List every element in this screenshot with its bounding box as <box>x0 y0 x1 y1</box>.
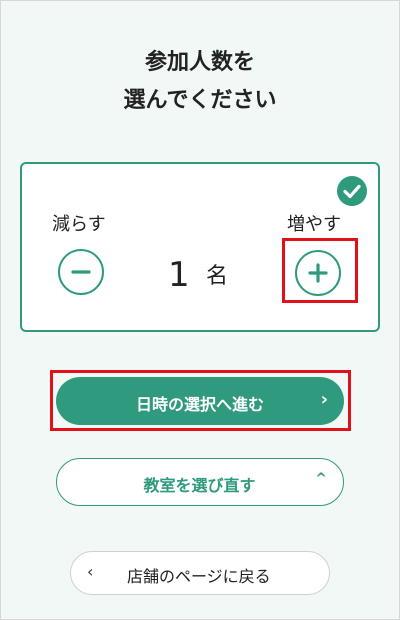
minus-icon <box>71 270 91 274</box>
page-title-line-2: 選んでください <box>123 88 277 113</box>
chevron-up-icon: ^ <box>315 471 327 487</box>
chevron-left-icon: ‹ <box>87 562 94 581</box>
page-title: 参加人数を 選んでください <box>0 44 400 120</box>
decrease-button[interactable] <box>58 249 104 295</box>
reselect-button-label: 教室を選び直す <box>143 476 256 495</box>
check-icon <box>337 176 367 206</box>
back-to-store-button[interactable]: ‹ 店舗のページに戻る <box>70 551 330 595</box>
increase-label: 増やす <box>287 214 341 235</box>
reselect-classroom-button[interactable]: 教室を選び直す ^ <box>56 458 344 506</box>
proceed-highlight-box <box>50 370 351 431</box>
decrease-label: 減らす <box>52 214 106 235</box>
increase-highlight-box <box>282 238 358 303</box>
participant-unit: 名 <box>206 264 229 289</box>
participant-count: 1 <box>168 255 190 295</box>
page-title-line-1: 参加人数を <box>144 50 255 75</box>
back-button-label: 店舗のページに戻る <box>127 567 271 586</box>
